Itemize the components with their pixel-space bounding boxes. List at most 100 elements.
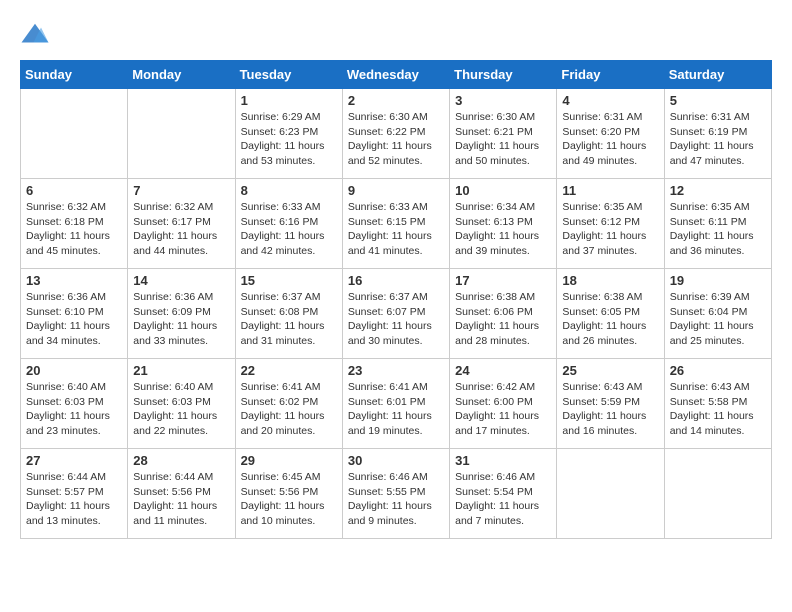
day-number: 25: [562, 363, 658, 378]
calendar-day-cell: 22 Sunrise: 6:41 AM Sunset: 6:02 PM Dayli…: [235, 359, 342, 449]
day-info: Sunrise: 6:30 AM Sunset: 6:22 PM Dayligh…: [348, 110, 444, 169]
calendar-day-cell: 17 Sunrise: 6:38 AM Sunset: 6:06 PM Dayli…: [450, 269, 557, 359]
day-number: 1: [241, 93, 337, 108]
calendar-body: 1 Sunrise: 6:29 AM Sunset: 6:23 PM Daylig…: [21, 89, 772, 539]
weekday-header-cell: Friday: [557, 61, 664, 89]
calendar-day-cell: 6 Sunrise: 6:32 AM Sunset: 6:18 PM Daylig…: [21, 179, 128, 269]
day-info: Sunrise: 6:36 AM Sunset: 6:09 PM Dayligh…: [133, 290, 229, 349]
day-number: 28: [133, 453, 229, 468]
logo-icon: [20, 20, 50, 50]
day-number: 30: [348, 453, 444, 468]
calendar-day-cell: 20Sunrise: 6:40 AM Sunset: 6:03 PM Dayli…: [21, 359, 128, 449]
logo: [20, 20, 54, 50]
day-number: 8: [241, 183, 337, 198]
calendar-table: SundayMondayTuesdayWednesdayThursdayFrid…: [20, 60, 772, 539]
calendar-day-cell: 21 Sunrise: 6:40 AM Sunset: 6:03 PM Dayli…: [128, 359, 235, 449]
calendar-day-cell: 23Sunrise: 6:41 AM Sunset: 6:01 PM Dayli…: [342, 359, 449, 449]
day-number: 19: [670, 273, 766, 288]
calendar-week-row: 13Sunrise: 6:36 AM Sunset: 6:10 PM Dayli…: [21, 269, 772, 359]
calendar-day-cell: [557, 449, 664, 539]
calendar-day-cell: 16 Sunrise: 6:37 AM Sunset: 6:07 PM Dayli…: [342, 269, 449, 359]
day-info: Sunrise: 6:30 AM Sunset: 6:21 PM Dayligh…: [455, 110, 551, 169]
weekday-header-cell: Sunday: [21, 61, 128, 89]
calendar-day-cell: 2 Sunrise: 6:30 AM Sunset: 6:22 PM Daylig…: [342, 89, 449, 179]
day-info: Sunrise: 6:32 AM Sunset: 6:17 PM Dayligh…: [133, 200, 229, 259]
day-info: Sunrise: 6:37 AM Sunset: 6:08 PM Dayligh…: [241, 290, 337, 349]
calendar-week-row: 1 Sunrise: 6:29 AM Sunset: 6:23 PM Daylig…: [21, 89, 772, 179]
weekday-header-cell: Thursday: [450, 61, 557, 89]
day-number: 21: [133, 363, 229, 378]
day-info: Sunrise: 6:35 AM Sunset: 6:11 PM Dayligh…: [670, 200, 766, 259]
day-number: 26: [670, 363, 766, 378]
day-info: Sunrise: 6:29 AM Sunset: 6:23 PM Dayligh…: [241, 110, 337, 169]
day-info: Sunrise: 6:31 AM Sunset: 6:19 PM Dayligh…: [670, 110, 766, 169]
calendar-day-cell: 31Sunrise: 6:46 AM Sunset: 5:54 PM Dayli…: [450, 449, 557, 539]
calendar-week-row: 20Sunrise: 6:40 AM Sunset: 6:03 PM Dayli…: [21, 359, 772, 449]
day-info: Sunrise: 6:34 AM Sunset: 6:13 PM Dayligh…: [455, 200, 551, 259]
day-number: 31: [455, 453, 551, 468]
calendar-day-cell: 19 Sunrise: 6:39 AM Sunset: 6:04 PM Dayli…: [664, 269, 771, 359]
day-number: 10: [455, 183, 551, 198]
calendar-day-cell: 4 Sunrise: 6:31 AM Sunset: 6:20 PM Daylig…: [557, 89, 664, 179]
calendar-day-cell: 12 Sunrise: 6:35 AM Sunset: 6:11 PM Dayli…: [664, 179, 771, 269]
weekday-header-row: SundayMondayTuesdayWednesdayThursdayFrid…: [21, 61, 772, 89]
day-info: Sunrise: 6:40 AM Sunset: 6:03 PM Dayligh…: [133, 380, 229, 439]
day-info: Sunrise: 6:35 AM Sunset: 6:12 PM Dayligh…: [562, 200, 658, 259]
day-number: 18: [562, 273, 658, 288]
calendar-day-cell: 18 Sunrise: 6:38 AM Sunset: 6:05 PM Dayli…: [557, 269, 664, 359]
day-info: Sunrise: 6:44 AM Sunset: 5:56 PM Dayligh…: [133, 470, 229, 529]
day-number: 6: [26, 183, 122, 198]
day-number: 22: [241, 363, 337, 378]
calendar-day-cell: 3 Sunrise: 6:30 AM Sunset: 6:21 PM Daylig…: [450, 89, 557, 179]
calendar-day-cell: 14 Sunrise: 6:36 AM Sunset: 6:09 PM Dayli…: [128, 269, 235, 359]
day-number: 27: [26, 453, 122, 468]
calendar-day-cell: 5Sunrise: 6:31 AM Sunset: 6:19 PM Daylig…: [664, 89, 771, 179]
calendar-day-cell: 25Sunrise: 6:43 AM Sunset: 5:59 PM Dayli…: [557, 359, 664, 449]
calendar-day-cell: 7Sunrise: 6:32 AM Sunset: 6:17 PM Daylig…: [128, 179, 235, 269]
day-info: Sunrise: 6:45 AM Sunset: 5:56 PM Dayligh…: [241, 470, 337, 529]
day-info: Sunrise: 6:36 AM Sunset: 6:10 PM Dayligh…: [26, 290, 122, 349]
day-number: 3: [455, 93, 551, 108]
day-info: Sunrise: 6:33 AM Sunset: 6:16 PM Dayligh…: [241, 200, 337, 259]
day-number: 2: [348, 93, 444, 108]
day-info: Sunrise: 6:43 AM Sunset: 5:58 PM Dayligh…: [670, 380, 766, 439]
day-number: 15: [241, 273, 337, 288]
day-number: 14: [133, 273, 229, 288]
day-number: 29: [241, 453, 337, 468]
day-number: 24: [455, 363, 551, 378]
day-info: Sunrise: 6:37 AM Sunset: 6:07 PM Dayligh…: [348, 290, 444, 349]
calendar-day-cell: 28 Sunrise: 6:44 AM Sunset: 5:56 PM Dayli…: [128, 449, 235, 539]
day-number: 11: [562, 183, 658, 198]
day-info: Sunrise: 6:42 AM Sunset: 6:00 PM Dayligh…: [455, 380, 551, 439]
calendar-day-cell: 1 Sunrise: 6:29 AM Sunset: 6:23 PM Daylig…: [235, 89, 342, 179]
day-info: Sunrise: 6:33 AM Sunset: 6:15 PM Dayligh…: [348, 200, 444, 259]
calendar-day-cell: 13Sunrise: 6:36 AM Sunset: 6:10 PM Dayli…: [21, 269, 128, 359]
calendar-day-cell: 9 Sunrise: 6:33 AM Sunset: 6:15 PM Daylig…: [342, 179, 449, 269]
day-info: Sunrise: 6:32 AM Sunset: 6:18 PM Dayligh…: [26, 200, 122, 259]
calendar-day-cell: 8 Sunrise: 6:33 AM Sunset: 6:16 PM Daylig…: [235, 179, 342, 269]
day-info: Sunrise: 6:44 AM Sunset: 5:57 PM Dayligh…: [26, 470, 122, 529]
calendar-day-cell: [21, 89, 128, 179]
day-number: 12: [670, 183, 766, 198]
calendar-day-cell: 15 Sunrise: 6:37 AM Sunset: 6:08 PM Dayli…: [235, 269, 342, 359]
day-number: 4: [562, 93, 658, 108]
day-info: Sunrise: 6:38 AM Sunset: 6:06 PM Dayligh…: [455, 290, 551, 349]
day-number: 9: [348, 183, 444, 198]
calendar-day-cell: 30 Sunrise: 6:46 AM Sunset: 5:55 PM Dayli…: [342, 449, 449, 539]
day-info: Sunrise: 6:31 AM Sunset: 6:20 PM Dayligh…: [562, 110, 658, 169]
day-number: 17: [455, 273, 551, 288]
day-info: Sunrise: 6:41 AM Sunset: 6:01 PM Dayligh…: [348, 380, 444, 439]
day-info: Sunrise: 6:41 AM Sunset: 6:02 PM Dayligh…: [241, 380, 337, 439]
day-info: Sunrise: 6:40 AM Sunset: 6:03 PM Dayligh…: [26, 380, 122, 439]
calendar-day-cell: 27 Sunrise: 6:44 AM Sunset: 5:57 PM Dayli…: [21, 449, 128, 539]
weekday-header-cell: Tuesday: [235, 61, 342, 89]
day-info: Sunrise: 6:46 AM Sunset: 5:55 PM Dayligh…: [348, 470, 444, 529]
page-header: [20, 20, 772, 50]
day-number: 16: [348, 273, 444, 288]
calendar-week-row: 6 Sunrise: 6:32 AM Sunset: 6:18 PM Daylig…: [21, 179, 772, 269]
day-info: Sunrise: 6:39 AM Sunset: 6:04 PM Dayligh…: [670, 290, 766, 349]
calendar-day-cell: 26 Sunrise: 6:43 AM Sunset: 5:58 PM Dayli…: [664, 359, 771, 449]
calendar-day-cell: 11 Sunrise: 6:35 AM Sunset: 6:12 PM Dayli…: [557, 179, 664, 269]
weekday-header-cell: Wednesday: [342, 61, 449, 89]
day-info: Sunrise: 6:38 AM Sunset: 6:05 PM Dayligh…: [562, 290, 658, 349]
